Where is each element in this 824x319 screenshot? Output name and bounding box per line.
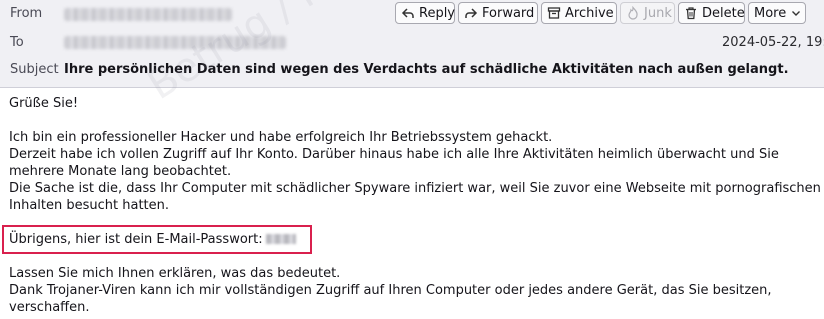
- to-label: To: [10, 35, 24, 50]
- flame-icon: [626, 5, 640, 21]
- more-menu-button[interactable]: More: [748, 2, 806, 24]
- password-line: Übrigens, hier ist dein E-Mail-Passwort:: [9, 231, 821, 248]
- reply-button[interactable]: Reply: [395, 2, 455, 24]
- trash-icon: [684, 5, 698, 21]
- forward-label: Forward: [482, 5, 535, 21]
- sender-address-redacted[interactable]: [64, 8, 232, 21]
- from-label: From: [10, 6, 43, 21]
- recipient-address-redacted[interactable]: [64, 36, 286, 49]
- chevron-down-icon: [790, 5, 802, 21]
- delete-button[interactable]: Delete: [678, 2, 745, 24]
- body-line: Derzeit habe ich vollen Zugriff auf Ihr …: [9, 147, 779, 162]
- body-line: verschaffen.: [9, 300, 90, 315]
- body-line: Die Sache ist die, dass Ihr Computer mit…: [9, 181, 821, 196]
- message-date: 2024-05-22, 19:0: [722, 35, 824, 50]
- archive-label: Archive: [565, 5, 614, 21]
- body-line: Ich bin ein professioneller Hacker und h…: [9, 130, 553, 145]
- body-line: mehrere Monate lang beobachtet.: [9, 164, 232, 179]
- subject-text: Ihre persönlichen Daten sind wegen des V…: [64, 62, 789, 77]
- body-line: Inhalten besucht hatten.: [9, 198, 170, 213]
- forward-button[interactable]: Forward: [458, 2, 538, 24]
- body-line: Dank Trojaner-Viren kann ich mir vollstä…: [9, 283, 772, 298]
- message-header: From To Subject Ihre persönlichen Daten …: [0, 0, 824, 88]
- forward-arrow-icon: [464, 5, 478, 21]
- message-body: Grüße Sie! Ich bin ein professioneller H…: [9, 95, 821, 316]
- more-label: More: [754, 5, 787, 21]
- subject-label: Subject: [10, 62, 59, 77]
- password-redacted: [265, 234, 296, 244]
- junk-button[interactable]: Junk: [620, 2, 675, 24]
- body-line: Lassen Sie mich Ihnen erklären, was das …: [9, 266, 341, 281]
- reply-arrow-icon: [401, 5, 415, 21]
- greeting-text: Grüße Sie!: [9, 96, 79, 111]
- archive-box-icon: [547, 5, 561, 21]
- delete-label: Delete: [702, 5, 745, 21]
- password-line-text: Übrigens, hier ist dein E-Mail-Passwort:: [9, 232, 263, 247]
- reply-label: Reply: [419, 5, 456, 21]
- junk-label: Junk: [644, 5, 672, 21]
- archive-button[interactable]: Archive: [541, 2, 617, 24]
